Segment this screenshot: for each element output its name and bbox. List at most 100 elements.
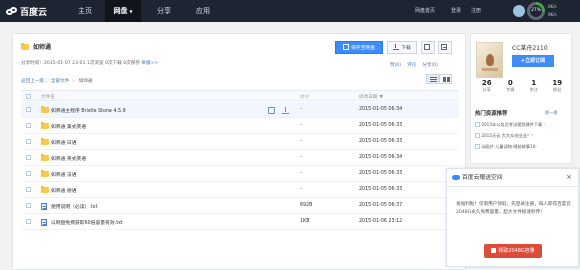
grid-view-button[interactable] (439, 74, 452, 84)
share-icon[interactable] (268, 107, 275, 114)
table-row[interactable]: 使用说明（必读）.txt 692B 2015-01-05 06:37 (21, 198, 459, 214)
nav-apps[interactable]: 应用 (185, 0, 221, 22)
table-row[interactable]: 以网盘免费获取60倍容量有效.txt 1KB 2015-01-06 23:12 (21, 214, 459, 230)
stat-fans[interactable]: 19 粉丝 (546, 79, 570, 93)
top-navigation-bar: 百度云 主页 网盘 ▼ 分享 应用 网盘首页 登录 注册 27% 0K/s 0K/… (0, 0, 580, 22)
column-size[interactable]: 大小 (300, 94, 309, 100)
row-checkbox[interactable] (26, 187, 31, 192)
upload-speed: 0K/s (548, 4, 557, 9)
row-checkbox[interactable] (26, 107, 31, 112)
recommendation-item[interactable]: 2015天云 大大众创业业？！ (475, 133, 569, 139)
nav-home[interactable]: 主页 (68, 0, 102, 22)
table-row[interactable]: 如师通 德语 - 2015-01-05 06:33 (21, 182, 459, 198)
file-name[interactable]: 使用说明（必读）.txt (51, 203, 98, 210)
file-date: 2015-01-05 06:37 (359, 203, 403, 208)
nav-netdisk-label: 网盘 (113, 7, 128, 15)
print-icon (424, 44, 430, 50)
share-time: 2015-01-07 23:01 (43, 61, 86, 66)
save-icon (343, 44, 349, 50)
file-name[interactable]: 如师通 法语 (51, 171, 77, 178)
recommendation-text: 动画片·儿童读物·睡前故事10- (481, 144, 537, 149)
table-row[interactable]: 如师通 法语 - 2015-01-05 06:33 (21, 166, 459, 182)
stat-value: 19 (552, 79, 563, 87)
folder-icon (41, 122, 49, 129)
download-icon[interactable] (282, 107, 289, 114)
file-size: - (300, 107, 302, 112)
stat-label: 分享 (482, 87, 491, 92)
more-button[interactable] (438, 41, 452, 54)
document-icon (475, 133, 480, 138)
column-modified[interactable]: 修改日期 ▼ (359, 94, 383, 100)
publisher-name[interactable]: CC某舟2110 (512, 43, 548, 52)
file-date: 2015-01-05 06:33 (359, 139, 403, 144)
row-checkbox[interactable] (26, 203, 31, 208)
folder-title: 如师通 (33, 44, 52, 51)
close-icon[interactable]: × (566, 173, 572, 181)
file-date: 2015-01-05 06:33 (359, 123, 403, 128)
file-size: - (300, 155, 302, 160)
breadcrumb: 返回上一级 | 全部文件 > 如师通 (21, 79, 93, 84)
user-avatar[interactable] (513, 5, 525, 17)
row-checkbox[interactable] (26, 155, 31, 160)
file-name[interactable]: 如师通 美式英语 (51, 123, 86, 130)
download-button[interactable]: 下载 (387, 41, 417, 54)
row-checkbox[interactable] (26, 219, 31, 224)
stat-albums[interactable]: 0 专辑 (499, 79, 523, 93)
chevron-down-icon: ▼ (129, 9, 133, 14)
file-name[interactable]: 如师通 德语 (51, 187, 77, 194)
view-mode-toggle (426, 74, 452, 84)
folder-icon (41, 138, 49, 145)
row-checkbox[interactable] (26, 171, 31, 176)
login-link[interactable]: 登录 (451, 0, 461, 22)
recommendation-item[interactable]: 2015年公务员考试视频课件下载 - (475, 122, 569, 128)
stat-following[interactable]: 1 关注 (522, 79, 546, 93)
file-size: - (300, 171, 302, 176)
publisher-sidebar: CC某舟2110 +立即订阅 26 分享 0 专辑 1 关注 19 粉丝 热门资源推荐 … (470, 33, 572, 164)
file-size: - (300, 187, 302, 192)
save-to-netdisk-button[interactable]: 保存至网盘 (335, 41, 383, 54)
report-link[interactable]: 举报>> (141, 61, 158, 66)
table-row[interactable]: 如师通主程序 Bristle Stone 4.5.9 - 2015-01-05 … (21, 102, 459, 118)
nav-share[interactable]: 分享 (146, 0, 182, 22)
file-name[interactable]: 如师通主程序 Bristle Stone 4.5.9 (51, 107, 126, 114)
recommendation-text: 2015年公务员考试视频课件下载 - (481, 122, 546, 127)
row-checkbox[interactable] (26, 139, 31, 144)
recommendation-item[interactable]: 动画片·儿童读物·睡前故事10- (475, 144, 569, 150)
stat-shares[interactable]: 26 分享 (475, 79, 499, 93)
file-name[interactable]: 如师通 日语 (51, 139, 77, 146)
current-folder: 如师通 (78, 79, 93, 84)
table-row[interactable]: 如师通 英式英语 - 2015-01-05 06:34 (21, 150, 459, 166)
file-table-header: 文件名 大小 修改日期 ▼ (21, 90, 459, 101)
list-view-button[interactable] (426, 74, 439, 84)
modified-label: 修改日期 (359, 95, 378, 100)
file-name[interactable]: 以网盘免费获取60倍容量有效.txt (51, 219, 123, 226)
subscribe-button[interactable]: +立即订阅 (512, 55, 554, 67)
like-link[interactable]: 赞(0) (390, 62, 401, 68)
free-space-popup: 百度云赠送空间 × 发福利啦！仅限用户领取，先登录注册，每人即得百度云2048G… (446, 168, 579, 267)
share-link[interactable]: 分享(0) (422, 62, 438, 68)
back-link[interactable]: 返回上一级 (21, 79, 44, 84)
column-filename[interactable]: 文件名 (41, 94, 55, 100)
row-checkbox[interactable] (26, 123, 31, 128)
baidu-cloud-logo[interactable]: 百度云 (6, 5, 47, 18)
all-files-link[interactable]: 全部文件 (51, 79, 69, 84)
claim-space-button[interactable]: 领取2048G容量 (484, 244, 542, 258)
refresh-recommendations-link[interactable]: 换一换 (545, 110, 558, 116)
stat-value: 0 (507, 79, 513, 87)
table-row[interactable]: 如师通 日语 - 2015-01-05 06:33 (21, 134, 459, 150)
netdisk-home-link[interactable]: 网盘首页 (415, 0, 435, 22)
register-link[interactable]: 注册 (471, 0, 481, 22)
gift-icon (491, 248, 497, 253)
select-all-checkbox[interactable] (26, 94, 31, 99)
meta-prefix: 分享时间： (21, 61, 44, 66)
nav-netdisk[interactable]: 网盘 ▼ (105, 0, 141, 22)
folder-icon (21, 42, 29, 50)
file-name[interactable]: 如师通 英式英语 (51, 155, 86, 162)
print-button[interactable] (421, 41, 435, 54)
table-row[interactable]: 如师通 美式英语 - 2015-01-05 06:33 (21, 118, 459, 134)
profile-cover-image[interactable] (476, 42, 503, 78)
share-meta: 分享时间：2015-01-07 23:01 1次浏览 0次下载 0次保存 举报>… (21, 60, 158, 66)
comment-link[interactable]: 评论 (407, 62, 416, 68)
popup-title: 百度云赠送空间 (462, 175, 503, 181)
file-date: 2015-01-06 23:12 (359, 219, 403, 224)
